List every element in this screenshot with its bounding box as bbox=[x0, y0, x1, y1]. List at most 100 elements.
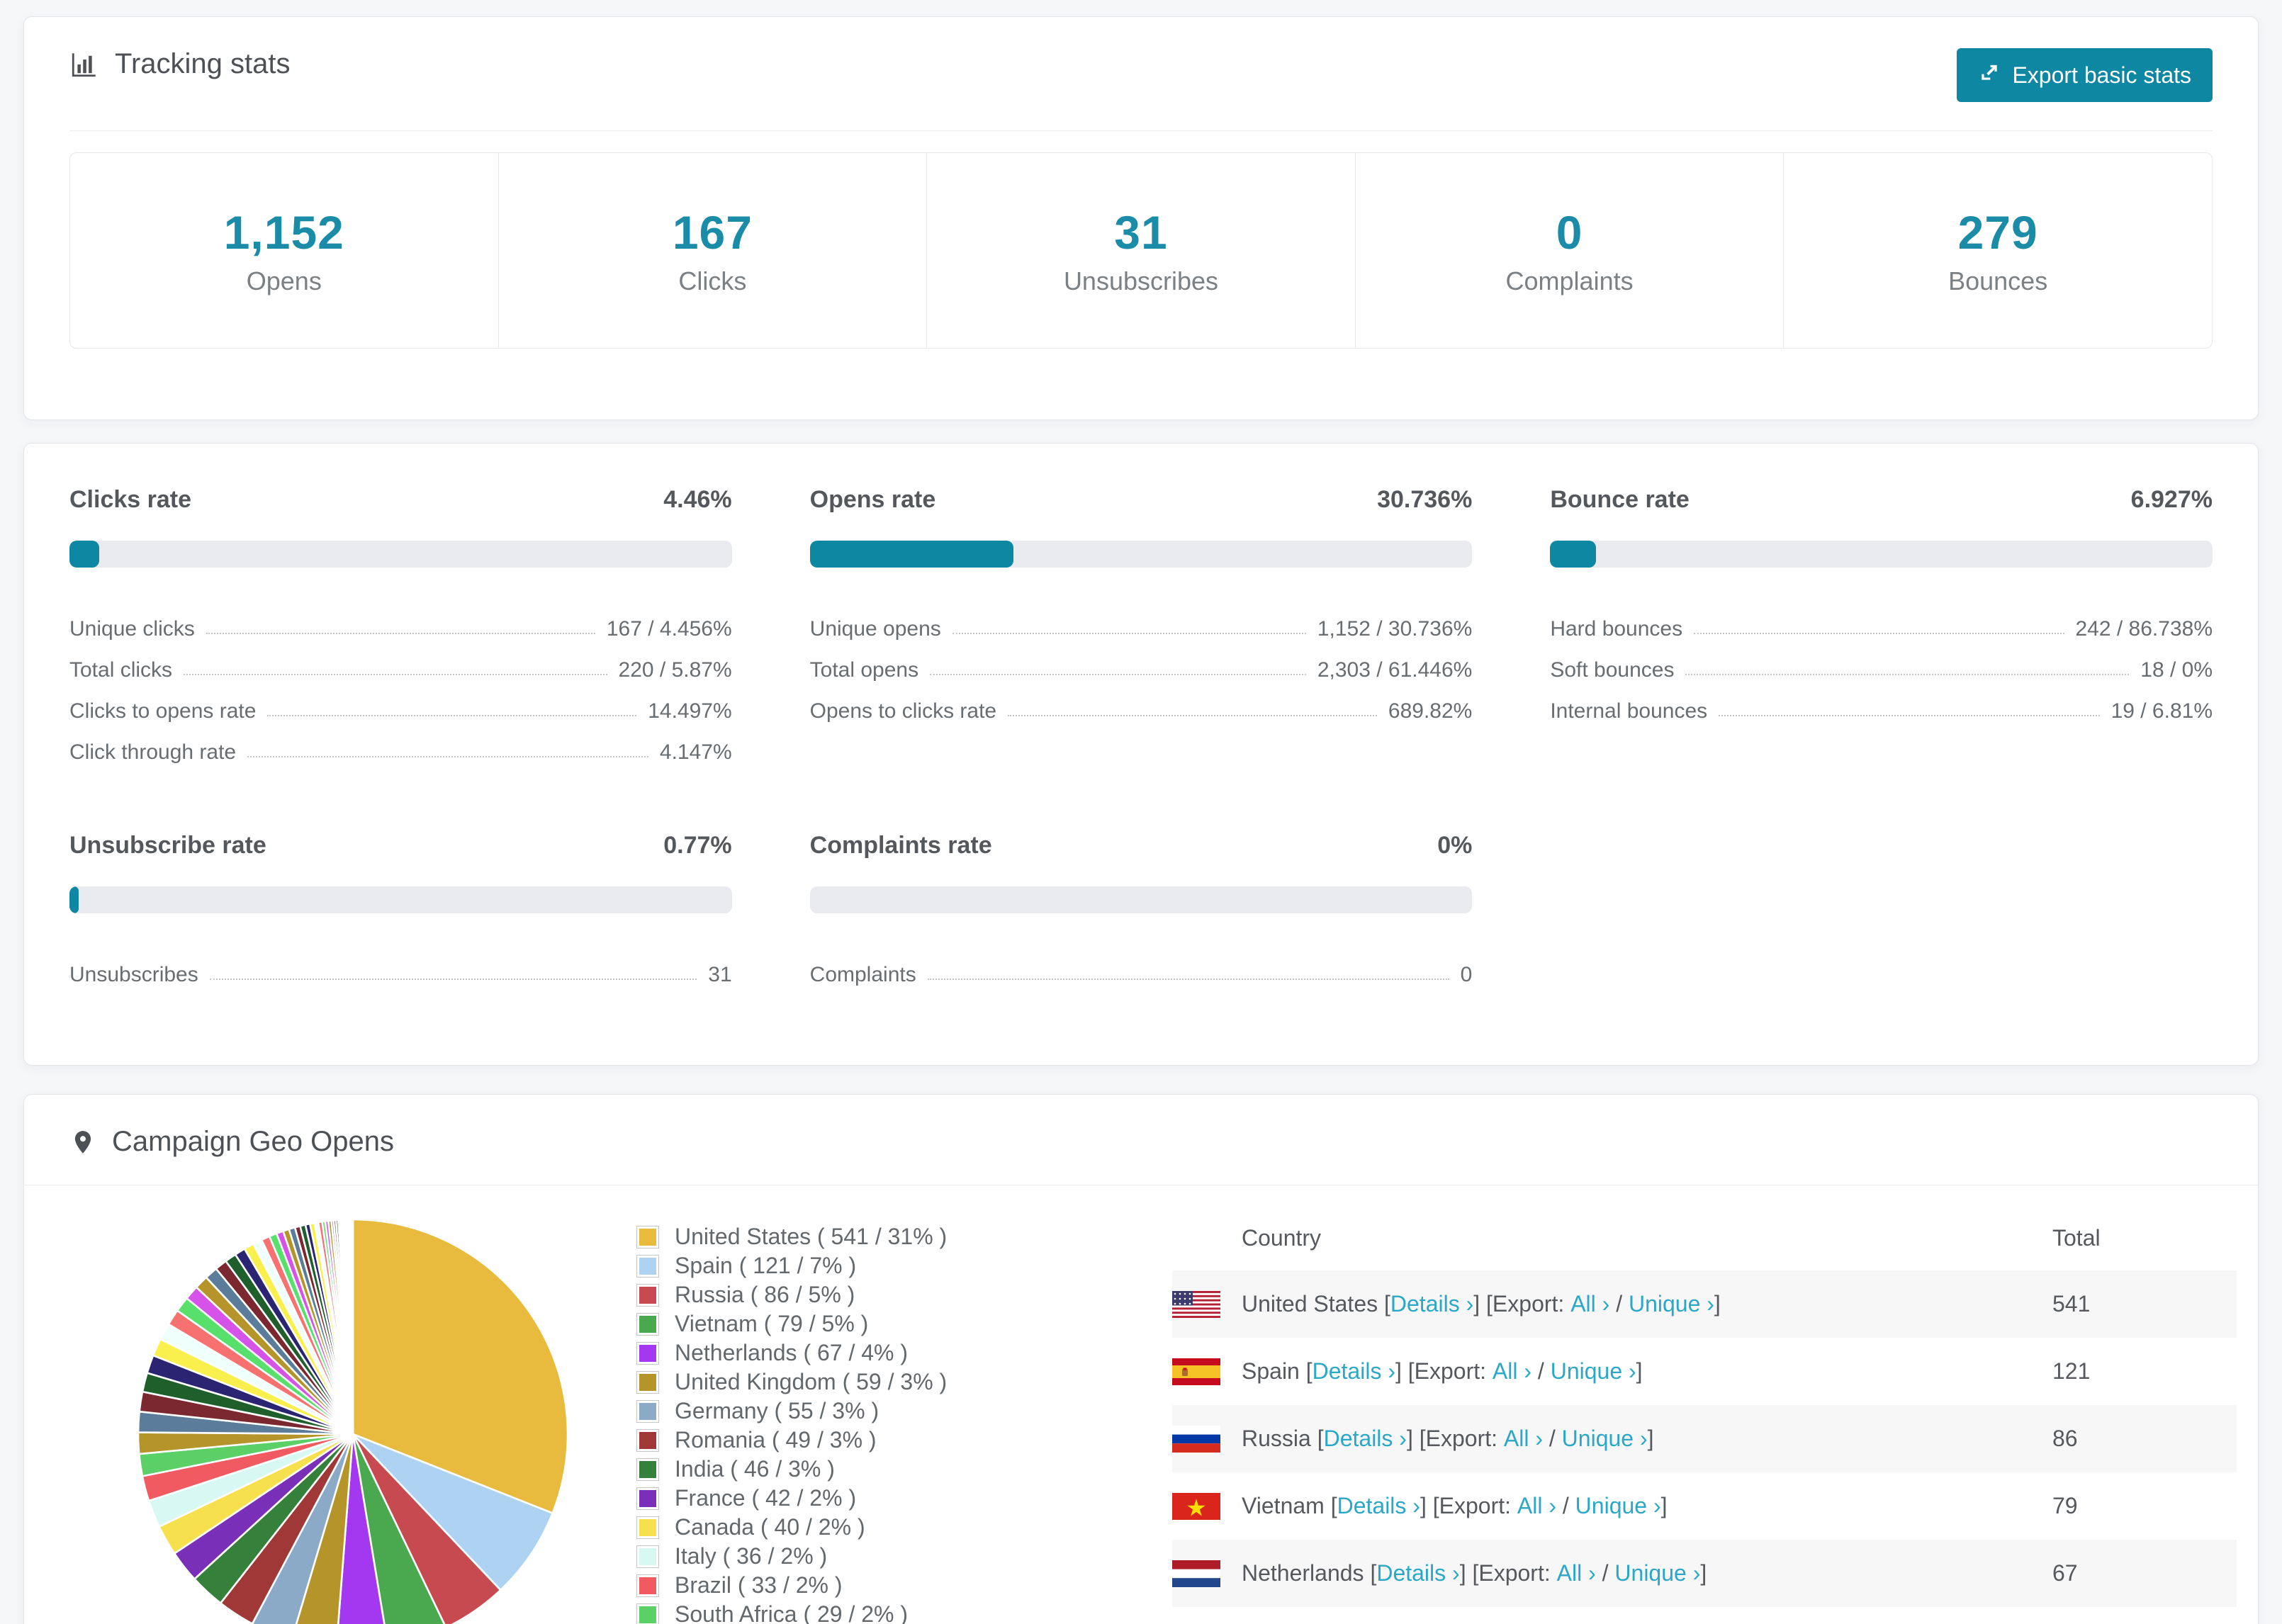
geo-header: Campaign Geo Opens bbox=[24, 1126, 2258, 1158]
table-row: Spain [Details ›] [Export: All › / Uniqu… bbox=[1172, 1338, 2237, 1405]
legend-item[interactable]: South Africa ( 29 / 2% ) bbox=[636, 1600, 1132, 1624]
rate-progress-fill bbox=[809, 541, 1013, 568]
table-row: Netherlands [Details ›] [Export: All › /… bbox=[1172, 1540, 2237, 1607]
legend-label: Canada ( 40 / 2% ) bbox=[675, 1514, 865, 1540]
country-name: United States bbox=[1242, 1291, 1378, 1316]
rate-title: Unsubscribe rate bbox=[69, 832, 266, 859]
details-link[interactable]: Details › bbox=[1390, 1291, 1473, 1317]
export-button-label: Export basic stats bbox=[2012, 62, 2191, 88]
rate-row-value: 19 / 6.81% bbox=[2110, 699, 2213, 723]
table-row: United Kingdom [Details ›] [Export: All … bbox=[1172, 1607, 2237, 1624]
country-name: Russia bbox=[1242, 1426, 1311, 1451]
stat-counter-cell: 1,152 Opens bbox=[70, 153, 498, 348]
export-unique-link[interactable]: Unique › bbox=[1629, 1291, 1714, 1317]
rate-row: Total opens 2,303 / 61.446% bbox=[810, 641, 1473, 682]
legend-item[interactable]: Russia ( 86 / 5% ) bbox=[636, 1280, 1132, 1309]
rate-value: 0.77% bbox=[663, 832, 732, 859]
legend-item[interactable]: Brazil ( 33 / 2% ) bbox=[636, 1571, 1132, 1600]
page-title: Tracking stats bbox=[115, 48, 291, 79]
legend-color-swatch bbox=[636, 1225, 659, 1248]
export-unique-link[interactable]: Unique › bbox=[1551, 1358, 1636, 1385]
dotted-leader bbox=[1685, 674, 2130, 675]
stat-counter-label: Complaints bbox=[1505, 266, 1634, 295]
details-link[interactable]: Details › bbox=[1324, 1426, 1407, 1452]
rate-row-value: 167 / 4.456% bbox=[606, 617, 732, 641]
export-all-link[interactable]: All › bbox=[1557, 1560, 1596, 1586]
rate-block: Clicks rate 4.46% Unique clicks 167 / 4.456… bbox=[69, 486, 732, 765]
legend-color-swatch bbox=[636, 1370, 659, 1394]
details-link[interactable]: Details › bbox=[1337, 1493, 1420, 1519]
export-unique-link[interactable]: Unique › bbox=[1575, 1493, 1661, 1519]
export-unique-link[interactable]: Unique › bbox=[1562, 1426, 1648, 1452]
export-icon bbox=[1978, 61, 2001, 89]
rate-row-label: Hard bounces bbox=[1550, 617, 1683, 641]
dotted-leader bbox=[1694, 633, 2064, 634]
dotted-leader bbox=[1719, 715, 2100, 716]
legend-item[interactable]: Canada ( 40 / 2% ) bbox=[636, 1513, 1132, 1542]
pie-legend: United States ( 541 / 31% ) Spain ( 121 /… bbox=[636, 1205, 1132, 1624]
dotted-leader bbox=[206, 633, 595, 634]
country-name: Vietnam bbox=[1242, 1493, 1325, 1518]
geo-table-header: Country Total bbox=[1172, 1205, 2237, 1270]
rate-block: Bounce rate 6.927% Hard bounces 242 / 86.73… bbox=[1550, 486, 2213, 765]
stat-counter-label: Bounces bbox=[1948, 266, 2048, 295]
legend-item[interactable]: Vietnam ( 79 / 5% ) bbox=[636, 1309, 1132, 1338]
rate-row-value: 18 / 0% bbox=[2140, 658, 2213, 682]
vn-flag-icon bbox=[1172, 1492, 1220, 1520]
country-cell: Spain [Details ›] [Export: All › / Uniqu… bbox=[1172, 1358, 2052, 1385]
rate-row-label: Complaints bbox=[809, 963, 916, 986]
rate-header: Bounce rate 6.927% bbox=[1550, 486, 2213, 514]
legend-item[interactable]: Italy ( 36 / 2% ) bbox=[636, 1542, 1132, 1571]
separator: / bbox=[1556, 1493, 1575, 1518]
legend-item[interactable]: United States ( 541 / 31% ) bbox=[636, 1222, 1132, 1251]
map-pin-icon bbox=[69, 1127, 96, 1158]
legend-color-swatch bbox=[636, 1516, 659, 1539]
export-all-link[interactable]: All › bbox=[1517, 1493, 1556, 1519]
separator: / bbox=[1595, 1560, 1615, 1586]
rate-rows: Unique clicks 167 / 4.456% Total clicks 220… bbox=[69, 600, 732, 765]
export-basic-stats-button[interactable]: Export basic stats bbox=[1957, 48, 2213, 102]
rate-row-label: Total clicks bbox=[69, 658, 173, 682]
rate-row-value: 242 / 86.738% bbox=[2075, 617, 2213, 641]
export-all-link[interactable]: All › bbox=[1504, 1426, 1543, 1452]
legend-label: Brazil ( 33 / 2% ) bbox=[675, 1572, 843, 1598]
bracket: ] [Export: bbox=[1406, 1426, 1504, 1451]
tracking-stats-title: Tracking stats bbox=[69, 48, 290, 80]
total-cell: 541 bbox=[2052, 1291, 2091, 1316]
legend-label: South Africa ( 29 / 2% ) bbox=[675, 1601, 909, 1624]
bracket: ] bbox=[1700, 1560, 1707, 1586]
export-all-link[interactable]: All › bbox=[1570, 1291, 1609, 1317]
legend-item[interactable]: Romania ( 49 / 3% ) bbox=[636, 1426, 1132, 1455]
rate-title: Bounce rate bbox=[1550, 486, 1690, 513]
bracket: ] bbox=[1647, 1426, 1654, 1451]
rate-row: Hard bounces 242 / 86.738% bbox=[1550, 600, 2213, 641]
legend-item[interactable]: Spain ( 121 / 7% ) bbox=[636, 1251, 1132, 1280]
pie-slice bbox=[351, 1218, 354, 1436]
legend-item[interactable]: United Kingdom ( 59 / 3% ) bbox=[636, 1368, 1132, 1397]
export-unique-link[interactable]: Unique › bbox=[1614, 1560, 1700, 1586]
legend-item[interactable]: Netherlands ( 67 / 4% ) bbox=[636, 1338, 1132, 1368]
country-cell: Russia [Details ›] [Export: All › / Uniq… bbox=[1172, 1425, 2052, 1453]
details-link[interactable]: Details › bbox=[1313, 1358, 1395, 1385]
export-all-link[interactable]: All › bbox=[1493, 1358, 1531, 1385]
separator: / bbox=[1531, 1358, 1551, 1384]
legend-color-swatch bbox=[636, 1545, 659, 1568]
legend-item[interactable]: India ( 46 / 3% ) bbox=[636, 1455, 1132, 1484]
legend-label: United Kingdom ( 59 / 3% ) bbox=[675, 1369, 948, 1394]
stat-counter-value: 167 bbox=[672, 205, 753, 259]
rate-progress-fill bbox=[69, 886, 79, 913]
legend-label: Spain ( 121 / 7% ) bbox=[675, 1253, 857, 1278]
legend-item[interactable]: Germany ( 55 / 3% ) bbox=[636, 1397, 1132, 1426]
dotted-leader bbox=[927, 979, 1449, 980]
legend-label: Italy ( 36 / 2% ) bbox=[675, 1543, 828, 1569]
rate-row-label: Unsubscribes bbox=[69, 963, 198, 986]
total-column-header: Total bbox=[2052, 1224, 2101, 1251]
total-cell: 67 bbox=[2052, 1560, 2078, 1586]
rate-row: Internal bounces 19 / 6.81% bbox=[1550, 682, 2213, 723]
details-link[interactable]: Details › bbox=[1376, 1560, 1459, 1586]
rate-progress-track bbox=[69, 886, 732, 913]
country-column-header: Country bbox=[1242, 1224, 1322, 1251]
geo-title: Campaign Geo Opens bbox=[112, 1126, 395, 1157]
legend-item[interactable]: France ( 42 / 2% ) bbox=[636, 1484, 1132, 1513]
rate-row: Unique clicks 167 / 4.456% bbox=[69, 600, 732, 641]
